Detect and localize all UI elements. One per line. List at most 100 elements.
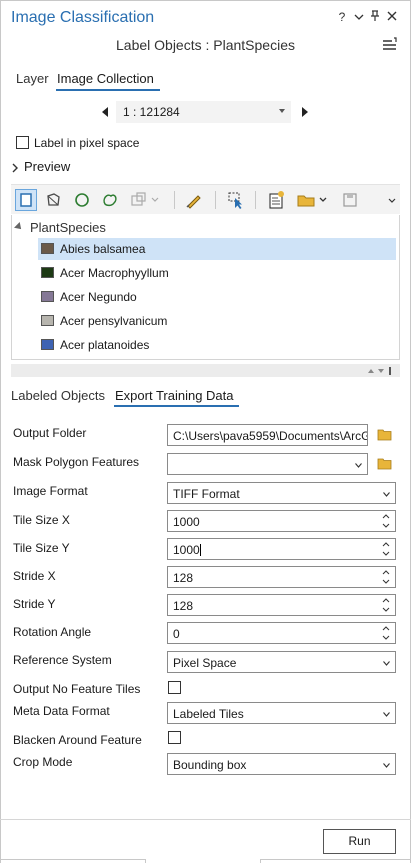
spin-down-icon[interactable]: [382, 607, 390, 612]
preview-label: Preview: [24, 159, 71, 174]
select-tool[interactable]: [225, 189, 247, 211]
chevron-down-icon: [279, 109, 285, 113]
splitter-bar[interactable]: [11, 364, 400, 377]
output-no-feature-label: Output No Feature Tiles: [13, 682, 141, 696]
stride-x-value: 128: [173, 571, 194, 585]
tab-active-indicator: [56, 89, 160, 91]
reference-system-label: Reference System: [13, 653, 112, 667]
label-pixel-space-label: Label in pixel space: [34, 136, 140, 150]
circle-tool[interactable]: [71, 189, 93, 211]
tile-size-y-value: 1000: [173, 543, 200, 557]
auto-label-tool[interactable]: [183, 189, 205, 211]
mask-polygon-dropdown[interactable]: [167, 453, 368, 475]
bottom-pane-tab[interactable]: [260, 859, 411, 863]
tile-size-x-input[interactable]: 1000: [167, 510, 396, 532]
pin-icon[interactable]: [368, 10, 382, 24]
metadata-format-label: Meta Data Format: [13, 704, 110, 718]
run-button[interactable]: Run: [323, 829, 396, 854]
tile-size-x-label: Tile Size X: [13, 513, 70, 527]
class-item-abies-balsamea[interactable]: Abies balsamea: [38, 238, 396, 260]
class-item-acer-negundo[interactable]: Acer Negundo: [38, 286, 396, 308]
metadata-format-dropdown[interactable]: Labeled Tiles: [167, 702, 396, 724]
image-format-dropdown[interactable]: TIFF Format: [167, 482, 396, 504]
footer-divider: [0, 819, 411, 820]
chevron-down-icon: [383, 661, 390, 666]
browse-folder-icon[interactable]: [377, 428, 393, 441]
class-color-swatch: [41, 267, 54, 278]
spin-down-icon[interactable]: [382, 579, 390, 584]
spin-up-icon[interactable]: [382, 542, 390, 547]
class-label: Acer Negundo: [60, 290, 137, 304]
rotation-angle-value: 0: [173, 627, 180, 641]
crop-mode-value: Bounding box: [173, 758, 247, 772]
output-no-feature-checkbox[interactable]: [168, 681, 181, 694]
title-bar: Image Classification ?: [0, 0, 411, 34]
browse-mask-icon[interactable]: [377, 457, 393, 470]
label-pixel-space-checkbox[interactable]: [16, 136, 29, 149]
pane-subtitle: Label Objects : PlantSpecies: [116, 37, 295, 53]
segment-select-tool[interactable]: [127, 189, 165, 211]
close-icon[interactable]: [385, 10, 399, 24]
toolbar-separator: [255, 191, 256, 209]
tab-layer[interactable]: Layer: [16, 71, 49, 86]
freehand-tool[interactable]: [99, 189, 121, 211]
class-label: Abies balsamea: [60, 242, 146, 256]
class-label: Acer Macrophyyllum: [60, 266, 169, 280]
rotation-angle-input[interactable]: 0: [167, 622, 396, 644]
blacken-around-label: Blacken Around Feature: [13, 733, 142, 747]
spin-up-icon[interactable]: [382, 570, 390, 575]
open-folder-tool[interactable]: [295, 189, 331, 211]
spin-down-icon[interactable]: [382, 523, 390, 528]
pane-title: Image Classification: [11, 9, 155, 26]
chevron-down-icon: [383, 763, 390, 768]
tab-labeled-objects[interactable]: Labeled Objects: [11, 388, 105, 403]
menu-icon[interactable]: [382, 37, 398, 51]
spin-up-icon[interactable]: [382, 514, 390, 519]
rectangle-tool[interactable]: [15, 189, 37, 211]
tile-size-y-input[interactable]: 1000: [167, 538, 396, 560]
output-folder-input[interactable]: C:\Users\pava5959\Documents\ArcG: [167, 424, 368, 446]
spin-up-icon[interactable]: [382, 626, 390, 631]
schema-root[interactable]: PlantSpecies: [30, 220, 106, 235]
stride-x-label: Stride X: [13, 569, 56, 583]
text-cursor: [199, 544, 201, 556]
chevron-down-icon: [355, 463, 362, 468]
next-image-icon[interactable]: [300, 106, 310, 118]
reference-system-value: Pixel Space: [173, 656, 237, 670]
class-label: Acer pensylvanicum: [60, 314, 168, 328]
polygon-tool[interactable]: [43, 189, 65, 211]
class-color-swatch: [41, 243, 54, 254]
metadata-format-value: Labeled Tiles: [173, 707, 244, 721]
class-item-acer-macrophyyllum[interactable]: Acer Macrophyyllum: [38, 262, 396, 284]
scale-dropdown[interactable]: 1 : 121284: [116, 101, 291, 123]
spin-up-icon[interactable]: [382, 598, 390, 603]
class-color-swatch: [41, 339, 54, 350]
tile-size-x-value: 1000: [173, 515, 200, 529]
resize-arrows-icon: [368, 367, 391, 375]
options-dropdown-icon[interactable]: [352, 10, 366, 24]
class-item-acer-pensylvanicum[interactable]: Acer pensylvanicum: [38, 310, 396, 332]
new-template-tool[interactable]: [265, 189, 287, 211]
collapse-arrow-icon[interactable]: [14, 222, 24, 232]
stride-y-input[interactable]: 128: [167, 594, 396, 616]
class-item-acer-platanoides[interactable]: Acer platanoides: [38, 334, 396, 356]
tab-export-training-data[interactable]: Export Training Data: [115, 388, 234, 403]
spin-down-icon[interactable]: [382, 635, 390, 640]
spin-down-icon[interactable]: [382, 551, 390, 556]
blacken-around-checkbox[interactable]: [168, 731, 181, 744]
preview-expander[interactable]: Preview: [11, 159, 70, 174]
mask-polygon-label: Mask Polygon Features: [13, 455, 140, 469]
chevron-down-icon: [383, 492, 390, 497]
toolbar-overflow-icon[interactable]: [387, 189, 397, 211]
bottom-pane-tab[interactable]: [0, 859, 146, 863]
help-icon[interactable]: ?: [335, 10, 349, 24]
previous-image-icon[interactable]: [100, 106, 110, 118]
stride-y-label: Stride Y: [13, 597, 56, 611]
toolbar-separator: [215, 191, 216, 209]
reference-system-dropdown[interactable]: Pixel Space: [167, 651, 396, 673]
save-tool[interactable]: [339, 189, 361, 211]
crop-mode-dropdown[interactable]: Bounding box: [167, 753, 396, 775]
schema-tree: PlantSpecies Abies balsamea Acer Macroph…: [11, 215, 400, 360]
stride-x-input[interactable]: 128: [167, 566, 396, 588]
tab-image-collection[interactable]: Image Collection: [57, 71, 154, 86]
